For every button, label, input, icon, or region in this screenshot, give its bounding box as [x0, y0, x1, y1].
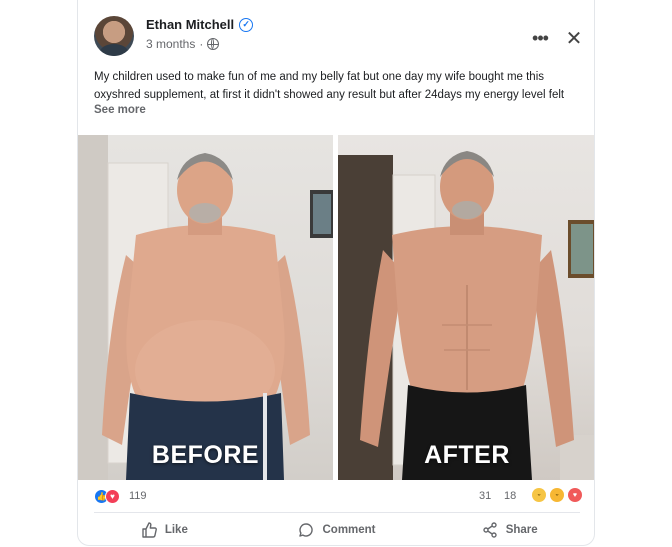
globe-icon: [207, 38, 220, 50]
share-icon: [482, 522, 497, 538]
verified-badge-icon: ✓: [239, 17, 254, 32]
comment-button[interactable]: Comment: [251, 516, 424, 544]
comment-bubble-icon: [299, 523, 314, 537]
after-photo-illustration: [338, 151, 594, 480]
reaction-icons[interactable]: 👍 ♥: [94, 489, 124, 505]
post-card: Ethan Mitchell ✓ 3 months · ••• ✕ My chi…: [77, 0, 595, 546]
post-meta: 3 months ·: [146, 37, 220, 51]
author-name[interactable]: Ethan Mitchell: [146, 17, 234, 32]
comment-label: Comment: [322, 524, 376, 536]
thumbs-up-icon: [142, 522, 157, 538]
heart-eyes-emoji-icon: ♥: [568, 488, 582, 502]
divider: [94, 512, 580, 513]
share-button[interactable]: Share: [423, 516, 594, 544]
before-label: BEFORE: [151, 441, 260, 469]
after-photo[interactable]: AFTER: [338, 135, 594, 480]
share-label: Share: [505, 524, 538, 536]
more-options-button[interactable]: •••: [528, 26, 552, 50]
close-button[interactable]: ✕: [562, 26, 586, 50]
avatar[interactable]: [94, 16, 134, 56]
before-photo[interactable]: BEFORE: [78, 135, 333, 480]
reaction-count[interactable]: 119: [129, 490, 147, 502]
author-row: Ethan Mitchell ✓: [146, 17, 254, 32]
comment-count[interactable]: 31: [479, 490, 491, 502]
love-reaction-icon: ♥: [105, 489, 120, 504]
post-text: My children used to make fun of me and m…: [94, 71, 565, 101]
before-photo-illustration: [78, 135, 333, 480]
action-bar: Like Comment Share: [78, 516, 594, 544]
post-header: Ethan Mitchell ✓ 3 months · ••• ✕: [94, 16, 582, 58]
see-more-link[interactable]: See more: [94, 104, 146, 116]
viewer-emoji-row: ᵕ ᵕ ♥: [532, 488, 582, 502]
laugh-emoji-icon: ᵕ: [532, 488, 546, 502]
after-label: AFTER: [424, 441, 510, 469]
like-button[interactable]: Like: [78, 516, 251, 544]
share-count[interactable]: 18: [504, 490, 516, 502]
engagement-stats: 👍 ♥ 119 31 18 ᵕ ᵕ ♥: [94, 488, 582, 506]
like-label: Like: [164, 524, 188, 536]
grin-emoji-icon: ᵕ: [550, 488, 564, 502]
post-time[interactable]: 3 months: [146, 37, 195, 51]
